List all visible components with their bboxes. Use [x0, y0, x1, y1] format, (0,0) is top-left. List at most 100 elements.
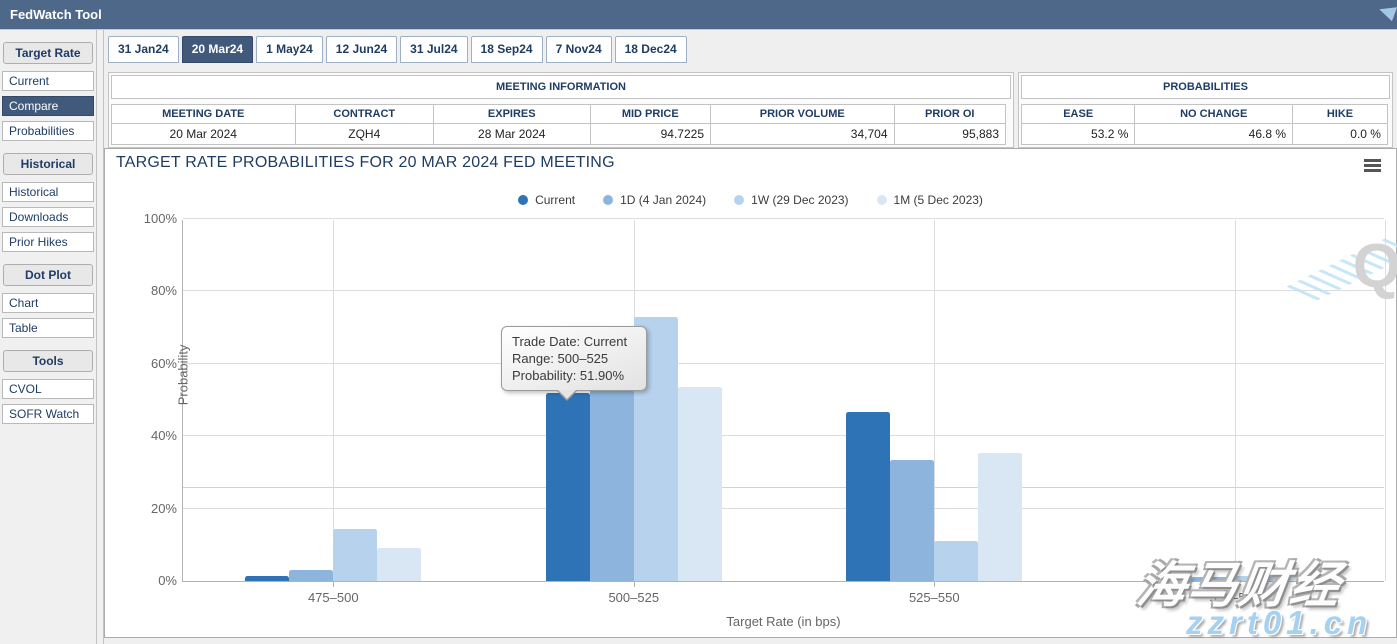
gridline-40	[183, 435, 1384, 436]
sidebar-item-compare[interactable]: Compare	[2, 96, 94, 116]
bar-1w-29-dec-2023-525-550[interactable]	[934, 541, 978, 581]
meeting-info-value-prior-oi: 95,883	[894, 123, 1007, 145]
bar-1w-29-dec-2023-475-500[interactable]	[333, 529, 377, 581]
probabilities-table: PROBABILITIES EASENO CHANGEHIKE 53.2 %46…	[1018, 72, 1393, 148]
bar-1d-4-jan-2024-475-500[interactable]	[289, 570, 333, 581]
gridline-20	[183, 508, 1384, 509]
tab-31-jan24[interactable]: 31 Jan24	[108, 36, 179, 63]
tab-18-sep24[interactable]: 18 Sep24	[471, 36, 543, 63]
legend-dot-icon	[518, 195, 528, 205]
x-tick-label-475-500: 475–500	[273, 590, 393, 605]
sidebar-item-prior-hikes[interactable]: Prior Hikes	[2, 232, 94, 252]
chart-card: TARGET RATE PROBABILITIES FOR 20 MAR 202…	[104, 148, 1397, 638]
x-axis-title: Target Rate (in bps)	[183, 614, 1384, 629]
tab-12-jun24[interactable]: 12 Jun24	[326, 36, 397, 63]
app-title: FedWatch Tool	[10, 7, 102, 22]
meeting-info-header-row: MEETING DATECONTRACTEXPIRESMID PRICEPRIO…	[111, 104, 1011, 124]
gridline-v-475-500	[333, 220, 334, 581]
bar-current-475-500[interactable]	[245, 576, 289, 581]
y-tick-label-0: 0%	[131, 573, 177, 588]
sidebar-section-header-tools: Tools	[3, 350, 93, 372]
sidebar-item-historical[interactable]: Historical	[2, 182, 94, 202]
probabilities-value-no-change: 46.8 %	[1134, 123, 1293, 145]
bar-current-525-550[interactable]	[846, 412, 890, 581]
sidebar-section-header-target-rate: Target Rate	[3, 42, 93, 64]
meeting-info-value-mid-price: 94.7225	[590, 123, 712, 145]
bar-1w-29-dec-2023-550-575[interactable]	[1235, 576, 1279, 581]
legend-dot-icon	[877, 195, 887, 205]
sidebar-item-chart[interactable]: Chart	[2, 293, 94, 313]
app-header: FedWatch Tool	[0, 0, 1397, 30]
tab-bar: 31 Jan2420 Mar241 May2412 Jun2431 Jul241…	[108, 36, 687, 63]
probabilities-col-ease: EASE	[1021, 104, 1135, 124]
sidebar-item-sofr-watch[interactable]: SOFR Watch	[2, 404, 94, 424]
y-tick-label-80: 80%	[131, 283, 177, 298]
probabilities-col-no-change: NO CHANGE	[1134, 104, 1293, 124]
meeting-info-col-prior-volume: PRIOR VOLUME	[710, 104, 895, 124]
meeting-info-value-row: 20 Mar 2024ZQH428 Mar 202494.722534,7049…	[111, 124, 1011, 145]
meeting-info-col-prior-oi: PRIOR OI	[894, 104, 1007, 124]
bar-current-500-525[interactable]	[546, 393, 590, 581]
legend-item-current[interactable]: Current	[518, 193, 575, 207]
legend-item-1w-29-dec-2023[interactable]: 1W (29 Dec 2023)	[734, 193, 848, 207]
cursor-icon	[1377, 2, 1397, 22]
gridline-100	[183, 218, 1384, 219]
meeting-info-value-prior-volume: 34,704	[710, 123, 895, 145]
y-tick-label-20: 20%	[131, 501, 177, 516]
gridline-80	[183, 290, 1384, 291]
meeting-info-value-contract: ZQH4	[295, 123, 435, 145]
chart-title: TARGET RATE PROBABILITIES FOR 20 MAR 202…	[116, 154, 615, 172]
sidebar-item-probabilities[interactable]: Probabilities	[2, 121, 94, 141]
probabilities-value-row: 53.2 %46.8 %0.0 %	[1021, 124, 1390, 145]
x-tick-550-575	[1235, 582, 1236, 587]
plot-right-border	[1385, 220, 1386, 581]
y-axis-title: Probability	[176, 314, 191, 434]
bar-1m-5-dec-2023-475-500[interactable]	[377, 548, 421, 581]
meeting-info-table: MEETING INFORMATION MEETING DATECONTRACT…	[108, 72, 1014, 148]
bar-1m-5-dec-2023-550-575[interactable]	[1279, 576, 1323, 581]
tab-18-dec24[interactable]: 18 Dec24	[615, 36, 687, 63]
chart-menu-icon[interactable]	[1364, 159, 1381, 172]
probabilities-header-row: EASENO CHANGEHIKE	[1021, 104, 1390, 124]
sidebar: Target Rate Current Compare Probabilities Hi…	[0, 30, 96, 644]
sidebar-section-header-historical: Historical	[3, 153, 93, 175]
tooltip-range: Range: 500–525	[512, 350, 636, 367]
x-tick-500-525	[634, 582, 635, 587]
bar-1d-4-jan-2024-550-575[interactable]	[1191, 577, 1235, 581]
legend-dot-icon	[734, 195, 744, 205]
x-tick-label-550-575: 550–575	[1175, 590, 1295, 605]
y-tick-label-60: 60%	[131, 356, 177, 371]
tooltip-trade-date: Trade Date: Current	[512, 333, 636, 350]
meeting-info-col-mid-price: MID PRICE	[590, 104, 712, 124]
meeting-info-value-expires: 28 Mar 2024	[433, 123, 591, 145]
bar-1m-5-dec-2023-500-525[interactable]	[678, 387, 722, 581]
tab-1-may24[interactable]: 1 May24	[256, 36, 323, 63]
sidebar-item-cvol[interactable]: CVOL	[2, 379, 94, 399]
sidebar-item-downloads[interactable]: Downloads	[2, 207, 94, 227]
tab-20-mar24[interactable]: 20 Mar24	[182, 36, 253, 63]
legend-dot-icon	[603, 195, 613, 205]
main-content: 31 Jan2420 Mar241 May2412 Jun2431 Jul241…	[104, 30, 1397, 644]
legend-label: 1D (4 Jan 2024)	[620, 193, 706, 207]
chart-legend: Current 1D (4 Jan 2024) 1W (29 Dec 2023) 1M…	[105, 193, 1396, 207]
chart-tooltip: Trade Date: Current Range: 500–525 Proba…	[501, 326, 647, 391]
x-tick-label-500-525: 500–525	[574, 590, 694, 605]
legend-item-1m-5-dec-2023[interactable]: 1M (5 Dec 2023)	[877, 193, 983, 207]
bar-1m-5-dec-2023-525-550[interactable]	[978, 453, 1022, 582]
bar-1d-4-jan-2024-525-550[interactable]	[890, 460, 934, 581]
legend-item-1d-4-jan-2024[interactable]: 1D (4 Jan 2024)	[603, 193, 706, 207]
sidebar-item-current[interactable]: Current	[2, 71, 94, 91]
tab-31-jul24[interactable]: 31 Jul24	[400, 36, 467, 63]
probabilities-caption: PROBABILITIES	[1021, 75, 1390, 99]
meeting-info-value-meeting-date: 20 Mar 2024	[111, 123, 296, 145]
probabilities-value-ease: 53.2 %	[1021, 123, 1135, 145]
tooltip-probability: Probability: 51.90%	[512, 367, 636, 384]
legend-label: 1W (29 Dec 2023)	[751, 193, 848, 207]
legend-label: 1M (5 Dec 2023)	[894, 193, 983, 207]
sidebar-item-table[interactable]: Table	[2, 318, 94, 338]
tab-7-nov24[interactable]: 7 Nov24	[546, 36, 612, 63]
meeting-info-col-meeting-date: MEETING DATE	[111, 104, 296, 124]
y-tick-label-100: 100%	[131, 211, 177, 226]
meeting-info-col-expires: EXPIRES	[433, 104, 591, 124]
gridline-v-550-575	[1235, 220, 1236, 581]
